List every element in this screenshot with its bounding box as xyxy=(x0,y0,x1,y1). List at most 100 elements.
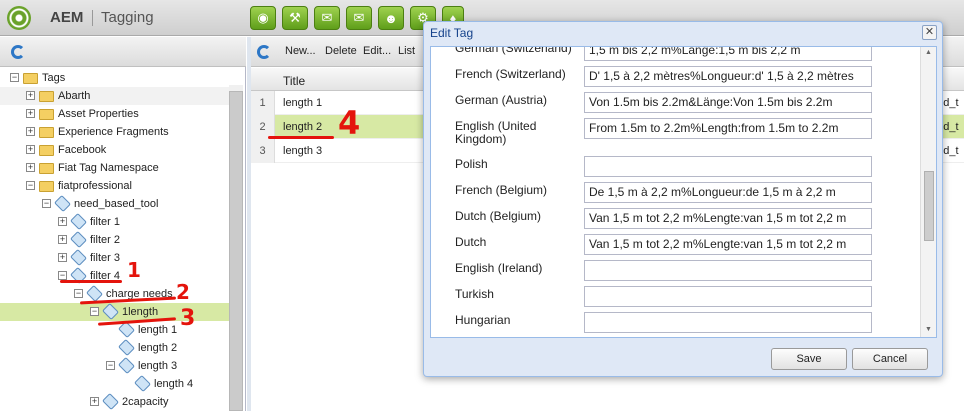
translation-input[interactable]: Van 1,5 m tot 2,2 m%Lengte:van 1,5 m tot… xyxy=(584,208,872,229)
form-row: Hungarian xyxy=(431,310,921,336)
tree-item-label: Tags xyxy=(42,72,66,84)
form-row: Dutch (Belgium) Van 1,5 m tot 2,2 m%Leng… xyxy=(431,206,921,232)
form-row: Turkish xyxy=(431,284,921,310)
close-icon[interactable]: ✕ xyxy=(922,25,937,40)
form-row: French (Belgium) De 1,5 m à 2,2 m%Longue… xyxy=(431,180,921,206)
collapse-icon[interactable]: − xyxy=(26,181,35,190)
tag-icon xyxy=(70,213,87,230)
expand-icon[interactable]: + xyxy=(26,109,35,118)
dialog-scrollbar[interactable]: ▲ ▼ xyxy=(920,47,936,337)
translation-input[interactable] xyxy=(584,286,872,307)
expand-icon[interactable]: + xyxy=(58,217,67,226)
save-button[interactable]: Save xyxy=(771,348,847,370)
tree-item-label: 2capacity xyxy=(122,396,169,408)
refresh-icon[interactable] xyxy=(257,45,271,59)
new-button[interactable]: New... xyxy=(285,45,316,57)
section-title: Tagging xyxy=(101,9,154,26)
app-name: AEM xyxy=(50,9,84,26)
delete-button[interactable]: Delete xyxy=(325,45,357,57)
globe-icon[interactable]: ◉ xyxy=(250,6,276,30)
form-row: German (Austria) Von 1.5m bis 2.2m&Länge… xyxy=(431,90,921,116)
tree-item-filter-2[interactable]: + filter 2 xyxy=(0,231,229,249)
tree-item-filter-3[interactable]: + filter 3 xyxy=(0,249,229,267)
field-label: English (United Kingdom) xyxy=(455,119,537,146)
expand-icon[interactable]: + xyxy=(26,91,35,100)
row-number: 1 xyxy=(251,91,275,115)
tree-item-filter-1[interactable]: + filter 1 xyxy=(0,213,229,231)
translation-input[interactable]: Von 1.5m bis 2.2m&Länge:Von 1.5m bis 2.2… xyxy=(584,92,872,113)
tree-item-2capacity[interactable]: + 2capacity xyxy=(0,393,229,411)
refresh-icon[interactable] xyxy=(11,45,25,59)
tree-item-label: Fiat Tag Namespace xyxy=(58,162,159,174)
translation-input[interactable] xyxy=(584,312,872,333)
translation-input[interactable]: De 1,5 m à 2,2 m%Longueur:de 1,5 m à 2,2… xyxy=(584,182,872,203)
mail-icon[interactable]: ✉ xyxy=(346,6,372,30)
tree-root[interactable]: − Tags xyxy=(0,69,229,87)
tag-icon xyxy=(70,231,87,248)
tree-item-label: Abarth xyxy=(58,90,91,102)
tree-item-experience-fragments[interactable]: + Experience Fragments xyxy=(0,123,229,141)
row-number: 3 xyxy=(251,139,275,163)
form-row: French (Switzerland) D' 1,5 à 2,2 mètres… xyxy=(431,64,921,90)
tree-item-label: filter 1 xyxy=(90,216,120,228)
expand-icon[interactable]: + xyxy=(26,127,35,136)
translation-input[interactable] xyxy=(584,156,872,177)
collapse-icon[interactable]: − xyxy=(106,361,115,370)
collapse-icon[interactable]: − xyxy=(10,73,19,82)
annotation-label: 2 xyxy=(176,280,190,304)
translation-input[interactable] xyxy=(584,260,872,281)
cancel-button[interactable]: Cancel xyxy=(852,348,928,370)
translation-input[interactable]: From 1.5m to 2.2m%Length:from 1.5m to 2.… xyxy=(584,118,872,139)
tree-item-length-2[interactable]: length 2 xyxy=(0,339,229,357)
scroll-down-icon[interactable]: ▼ xyxy=(925,326,932,333)
edit-button[interactable]: Edit... xyxy=(363,45,391,57)
tree-scrollbar[interactable] xyxy=(229,85,243,411)
tree-toolbar xyxy=(0,37,246,67)
tag-icon xyxy=(70,249,87,266)
row-title: length 3 xyxy=(283,145,323,157)
annotation-label: 3 xyxy=(180,306,196,331)
tools-icon[interactable]: ⚒ xyxy=(282,6,308,30)
list-button[interactable]: List xyxy=(398,45,415,57)
tree-item-abarth[interactable]: + Abarth xyxy=(0,87,229,105)
expand-icon[interactable]: + xyxy=(58,253,67,262)
users-icon[interactable]: ☻ xyxy=(378,6,404,30)
tree-item-length-4[interactable]: length 4 xyxy=(0,375,229,393)
tree-item-length-3[interactable]: − length 3 xyxy=(0,357,229,375)
tree-item-facebook[interactable]: + Facebook xyxy=(0,141,229,159)
tree-item-asset-properties[interactable]: + Asset Properties xyxy=(0,105,229,123)
annotation-underline xyxy=(268,136,334,139)
dialog-form: German (Switzerland) 1,5 m bis 2,2 m%Län… xyxy=(430,46,937,338)
expand-icon[interactable]: + xyxy=(26,145,35,154)
translation-input[interactable]: D' 1,5 à 2,2 mètres%Longueur:d' 1,5 à 2,… xyxy=(584,66,872,87)
field-label: Turkish xyxy=(455,287,494,301)
translation-input[interactable]: 1,5 m bis 2,2 m%Länge:1,5 m bis 2,2 m xyxy=(584,47,872,61)
collapse-icon[interactable]: − xyxy=(90,307,99,316)
row-title: length 1 xyxy=(283,97,323,109)
translation-input[interactable]: Van 1,5 m tot 2,2 m%Lengte:van 1,5 m tot… xyxy=(584,234,872,255)
field-label: German (Austria) xyxy=(455,93,548,107)
scroll-up-icon[interactable]: ▲ xyxy=(925,49,932,56)
megaphone-icon[interactable]: ✉ xyxy=(314,6,340,30)
collapse-icon[interactable]: − xyxy=(42,199,51,208)
folder-icon xyxy=(39,109,54,120)
tree-item-fiat-tag-namespace[interactable]: + Fiat Tag Namespace xyxy=(0,159,229,177)
collapse-icon[interactable]: − xyxy=(58,271,67,280)
tree-item-need-based-tool[interactable]: − need_based_tool xyxy=(0,195,229,213)
tag-tree-panel: − Tags + Abarth + Asset Properties + Exp… xyxy=(0,37,246,411)
column-header-title[interactable]: Title xyxy=(283,74,305,88)
form-row: Dutch Van 1,5 m tot 2,2 m%Lengte:van 1,5… xyxy=(431,232,921,258)
tree-item-label: filter 3 xyxy=(90,252,120,264)
expand-icon[interactable]: + xyxy=(90,397,99,406)
field-label: Polish xyxy=(455,157,488,171)
expand-icon[interactable]: + xyxy=(58,235,67,244)
aem-logo-icon[interactable] xyxy=(7,6,31,30)
tree-item-label: length 4 xyxy=(154,378,194,390)
tree-scrollbar-thumb[interactable] xyxy=(229,91,243,411)
tree-item-label: length 1 xyxy=(138,324,178,336)
dialog-scrollbar-thumb[interactable] xyxy=(924,171,934,241)
tag-icon xyxy=(118,339,135,356)
collapse-icon[interactable]: − xyxy=(74,289,83,298)
tree-item-fiatprofessional[interactable]: − fiatprofessional xyxy=(0,177,229,195)
expand-icon[interactable]: + xyxy=(26,163,35,172)
